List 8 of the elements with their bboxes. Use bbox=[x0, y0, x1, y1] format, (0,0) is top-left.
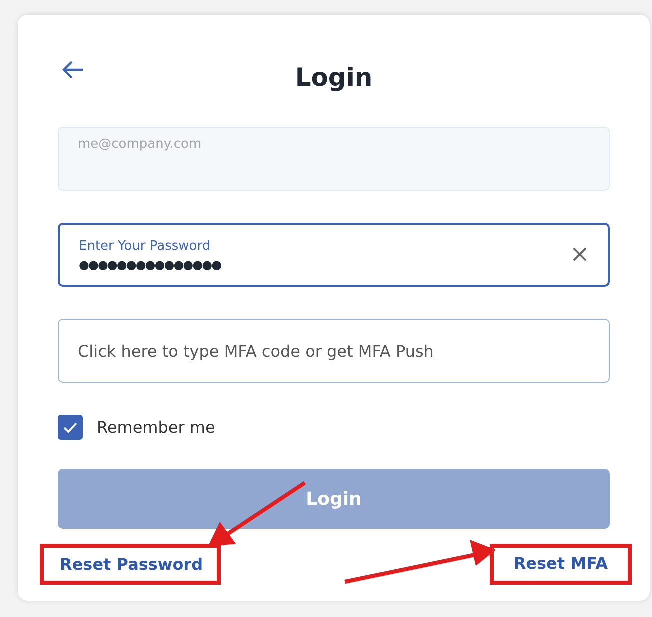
mfa-code-field[interactable]: Click here to type MFA code or get MFA Push bbox=[58, 319, 610, 383]
page-title: Login bbox=[295, 62, 373, 92]
clear-icon[interactable]: × bbox=[570, 243, 590, 265]
reset-password-link[interactable]: Reset Password bbox=[60, 555, 204, 574]
reset-mfa-link[interactable]: Reset MFA bbox=[514, 554, 608, 573]
remember-label: Remember me bbox=[97, 418, 216, 437]
email-field[interactable]: me@company.com bbox=[58, 127, 610, 191]
password-field[interactable]: Enter Your Password ●●●●●●●●●●●●●●● × bbox=[58, 223, 610, 287]
